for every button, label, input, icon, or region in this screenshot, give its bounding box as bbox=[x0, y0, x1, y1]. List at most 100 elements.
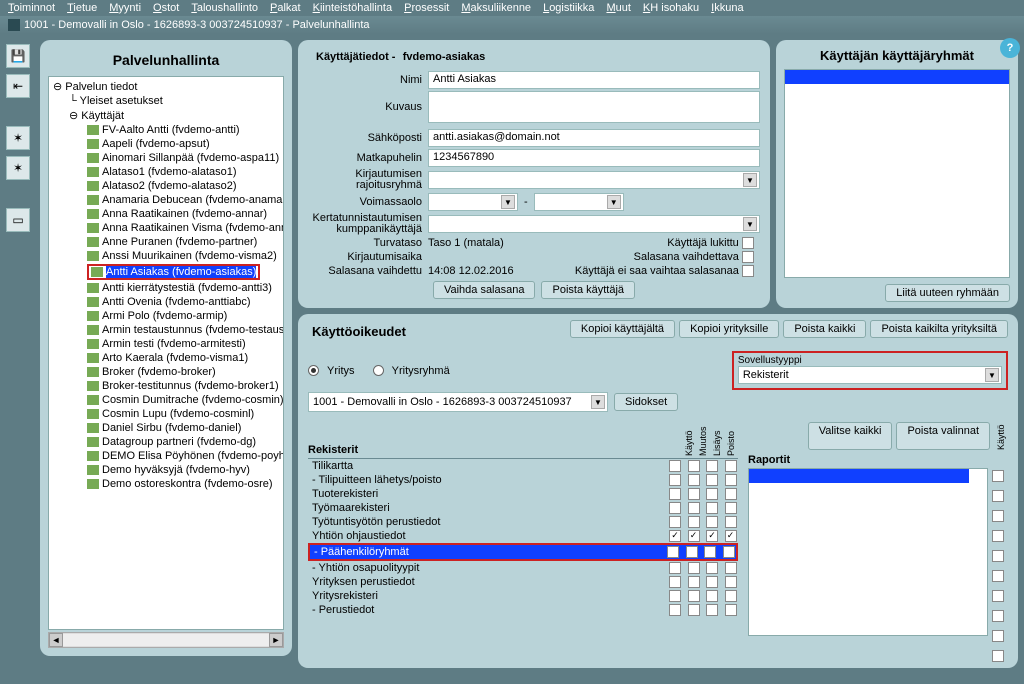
perm-checkbox[interactable] bbox=[688, 488, 700, 500]
reg-row[interactable]: Tuoterekisteri bbox=[308, 487, 738, 501]
help-icon[interactable]: ? bbox=[1000, 38, 1020, 58]
perm-checkbox[interactable] bbox=[688, 460, 700, 472]
perm-checkbox[interactable] bbox=[706, 516, 718, 528]
tree-user-item[interactable]: Armi Polo (fvdemo-armip) bbox=[51, 309, 281, 323]
perm-checkbox[interactable] bbox=[688, 604, 700, 616]
tree-user-item[interactable]: Anssi Muurikainen (fvdemo-visma2) bbox=[51, 249, 281, 263]
radio-yritys[interactable] bbox=[308, 365, 319, 376]
rep-checkbox[interactable] bbox=[992, 530, 1004, 542]
reg-row[interactable]: Yritysrekisteri bbox=[308, 589, 738, 603]
tree-user-item[interactable]: Anamaria Debucean (fvdemo-anamaria) bbox=[51, 193, 281, 207]
tree-user-item[interactable]: DEMO Elisa Pöyhönen (fvdemo-poyhonen) bbox=[51, 449, 281, 463]
reg-row[interactable]: Työmaarekisteri bbox=[308, 501, 738, 515]
perm-checkbox[interactable] bbox=[725, 502, 737, 514]
tree-user-item[interactable]: Aapeli (fvdemo-apsut) bbox=[51, 137, 281, 151]
perm-checkbox[interactable] bbox=[669, 530, 681, 542]
poista-kaikilta-button[interactable]: Poista kaikilta yrityksiltä bbox=[870, 320, 1008, 338]
perm-checkbox[interactable] bbox=[704, 546, 716, 558]
chevron-down-icon[interactable]: ▼ bbox=[743, 173, 757, 187]
perm-checkbox[interactable] bbox=[669, 590, 681, 602]
groups-list-selection[interactable] bbox=[785, 70, 1009, 84]
tree-user-item[interactable]: Demo hyväksyjä (fvdemo-hyv) bbox=[51, 463, 281, 477]
tool-icon-3[interactable]: ▭ bbox=[6, 208, 30, 232]
menu-item[interactable]: Tietue bbox=[67, 2, 97, 14]
tree-user-item[interactable]: Arto Kaerala (fvdemo-visma1) bbox=[51, 351, 281, 365]
reg-row[interactable]: Yrityksen perustiedot bbox=[308, 575, 738, 589]
tool-icon-1[interactable]: ✶ bbox=[6, 126, 30, 150]
chevron-down-icon[interactable]: ▼ bbox=[591, 395, 605, 409]
scroll-right-icon[interactable]: ► bbox=[269, 633, 283, 647]
tree-user-item[interactable]: Broker (fvdemo-broker) bbox=[51, 365, 281, 379]
tree-user-item[interactable]: Armin testi (fvdemo-armitesti) bbox=[51, 337, 281, 351]
perm-checkbox[interactable] bbox=[725, 576, 737, 588]
perm-checkbox[interactable] bbox=[725, 516, 737, 528]
tree-user-item[interactable]: Anne Puranen (fvdemo-partner) bbox=[51, 235, 281, 249]
perm-checkbox[interactable] bbox=[706, 474, 718, 486]
input-nimi[interactable]: Antti Asiakas bbox=[428, 71, 760, 89]
rep-checkbox[interactable] bbox=[992, 570, 1004, 582]
perm-checkbox[interactable] bbox=[688, 474, 700, 486]
perm-checkbox[interactable] bbox=[706, 604, 718, 616]
tree-scrollbar[interactable]: ◄ ► bbox=[48, 632, 284, 648]
scroll-left-icon[interactable]: ◄ bbox=[49, 633, 63, 647]
save-icon[interactable]: 💾 bbox=[6, 44, 30, 68]
perm-checkbox[interactable] bbox=[667, 546, 679, 558]
poista-valinnat-button[interactable]: Poista valinnat bbox=[896, 422, 990, 450]
perm-checkbox[interactable] bbox=[725, 460, 737, 472]
rep-checkbox[interactable] bbox=[992, 510, 1004, 522]
check-lukittu[interactable] bbox=[742, 237, 754, 249]
perm-checkbox[interactable] bbox=[725, 562, 737, 574]
check-vaihdettava[interactable] bbox=[742, 251, 754, 263]
perm-checkbox[interactable] bbox=[686, 546, 698, 558]
perm-checkbox[interactable] bbox=[706, 460, 718, 472]
sidokset-button[interactable]: Sidokset bbox=[614, 393, 678, 411]
rep-checkbox[interactable] bbox=[992, 490, 1004, 502]
menu-item[interactable]: Maksuliikenne bbox=[461, 2, 531, 14]
perm-checkbox[interactable] bbox=[688, 516, 700, 528]
rep-checkbox[interactable] bbox=[992, 590, 1004, 602]
tree-user-item[interactable]: FV-Aalto Antti (fvdemo-antti) bbox=[51, 123, 281, 137]
perm-checkbox[interactable] bbox=[725, 590, 737, 602]
perm-checkbox[interactable] bbox=[669, 604, 681, 616]
vaihda-salasana-button[interactable]: Vaihda salasana bbox=[433, 281, 536, 299]
tree-user-item[interactable]: Datagroup partneri (fvdemo-dg) bbox=[51, 435, 281, 449]
menu-item[interactable]: Toiminnot bbox=[8, 2, 55, 14]
exit-icon[interactable]: ⇤ bbox=[6, 74, 30, 98]
tree-user-item[interactable]: Antti Ovenia (fvdemo-anttiabc) bbox=[51, 295, 281, 309]
tree-user-item[interactable]: Alataso1 (fvdemo-alataso1) bbox=[51, 165, 281, 179]
perm-checkbox[interactable] bbox=[669, 460, 681, 472]
rep-checkbox[interactable] bbox=[992, 550, 1004, 562]
perm-checkbox[interactable] bbox=[688, 562, 700, 574]
perm-checkbox[interactable] bbox=[706, 562, 718, 574]
rep-checkbox[interactable] bbox=[992, 630, 1004, 642]
input-sahkoposti[interactable]: antti.asiakas@domain.not bbox=[428, 129, 760, 147]
perm-checkbox[interactable] bbox=[688, 576, 700, 588]
tree-user-item[interactable]: Antti kierrätystestiä (fvdemo-antti3) bbox=[51, 281, 281, 295]
radio-yritysryhma[interactable] bbox=[373, 365, 384, 376]
menu-item[interactable]: Taloushallinto bbox=[191, 2, 258, 14]
perm-checkbox[interactable] bbox=[688, 530, 700, 542]
select-kerta[interactable]: ▼ bbox=[428, 215, 760, 233]
rep-checkbox[interactable] bbox=[992, 610, 1004, 622]
valitse-kaikki-button[interactable]: Valitse kaikki bbox=[808, 422, 893, 450]
perm-checkbox[interactable] bbox=[688, 502, 700, 514]
tree-user-item[interactable]: Daniel Sirbu (fvdemo-daniel) bbox=[51, 421, 281, 435]
menu-item[interactable]: Palkat bbox=[270, 2, 301, 14]
reg-row[interactable]: Tilikartta bbox=[308, 459, 738, 473]
perm-checkbox[interactable] bbox=[669, 576, 681, 588]
menubar[interactable]: ToiminnotTietueMyyntiOstotTaloushallinto… bbox=[0, 0, 1024, 16]
chevron-down-icon[interactable]: ▼ bbox=[501, 195, 515, 209]
chevron-down-icon[interactable]: ▼ bbox=[607, 195, 621, 209]
perm-checkbox[interactable] bbox=[725, 474, 737, 486]
tree-user-item[interactable]: Broker-testitunnus (fvdemo-broker1) bbox=[51, 379, 281, 393]
poista-kayttaja-button[interactable]: Poista käyttäjä bbox=[541, 281, 635, 299]
reg-row[interactable]: - Päähenkilöryhmät bbox=[308, 543, 738, 561]
liita-ryhmaan-button[interactable]: Liitä uuteen ryhmään bbox=[885, 284, 1010, 302]
reg-row[interactable]: - Yhtiön osapuolityypit bbox=[308, 561, 738, 575]
perm-checkbox[interactable] bbox=[725, 488, 737, 500]
tree-user-item[interactable]: Anna Raatikainen (fvdemo-annar) bbox=[51, 207, 281, 221]
input-matkapuhelin[interactable]: 1234567890 bbox=[428, 149, 760, 167]
tree-user-item[interactable]: Alataso2 (fvdemo-alataso2) bbox=[51, 179, 281, 193]
date-from[interactable]: ▼ bbox=[428, 193, 518, 211]
poista-kaikki-button[interactable]: Poista kaikki bbox=[783, 320, 866, 338]
